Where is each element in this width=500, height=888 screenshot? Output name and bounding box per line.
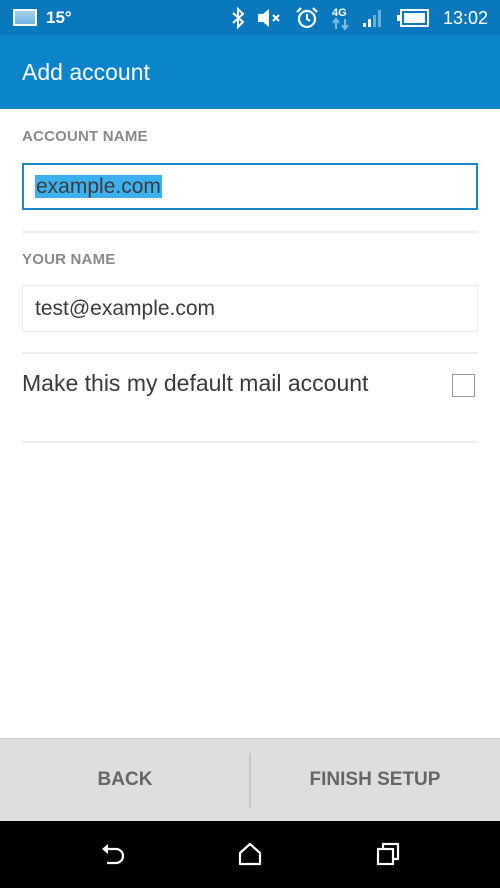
nav-home-button[interactable] (230, 839, 270, 869)
clock: 13:02 (442, 7, 488, 28)
signal-icon (362, 10, 381, 27)
weather-icon (13, 9, 37, 26)
nav-back-button[interactable] (93, 839, 133, 869)
alarm-icon (296, 7, 318, 29)
button-bar: BACK FINISH SETUP (0, 738, 500, 821)
back-icon (102, 844, 125, 865)
recent-apps-icon (376, 842, 400, 866)
page-title: Add account (22, 59, 150, 85)
nav-recent-apps-button[interactable] (368, 839, 408, 869)
default-account-checkbox[interactable] (452, 374, 475, 397)
default-account-label: Make this my default mail account (22, 370, 369, 396)
your-name-input[interactable]: test@example.com (22, 285, 478, 332)
divider (22, 231, 478, 233)
account-name-value: example.com (35, 175, 162, 198)
volume-muted-icon (257, 9, 280, 27)
navigation-bar (0, 821, 500, 888)
status-icons: 4G 13:02 (231, 4, 488, 32)
battery-icon (396, 9, 429, 27)
finish-setup-button[interactable]: FINISH SETUP (250, 739, 500, 821)
account-name-value-wrapper: example.com (35, 174, 162, 200)
home-icon (238, 842, 262, 866)
status-bar: 15° 4G 13:02 (0, 0, 500, 35)
your-name-label: YOUR NAME (22, 251, 116, 268)
temperature: 15° (46, 8, 72, 27)
svg-text:4G: 4G (332, 7, 347, 19)
bluetooth-icon (232, 7, 245, 29)
account-name-input[interactable]: example.com (22, 163, 478, 210)
network-4g-icon: 4G (332, 7, 349, 31)
your-name-value: test@example.com (35, 297, 216, 320)
account-name-label: ACCOUNT NAME (22, 128, 148, 145)
default-account-row[interactable]: Make this my default mail account (22, 353, 478, 417)
app-bar: Add account (0, 35, 500, 109)
back-button[interactable]: BACK (0, 739, 250, 821)
divider (22, 441, 478, 443)
